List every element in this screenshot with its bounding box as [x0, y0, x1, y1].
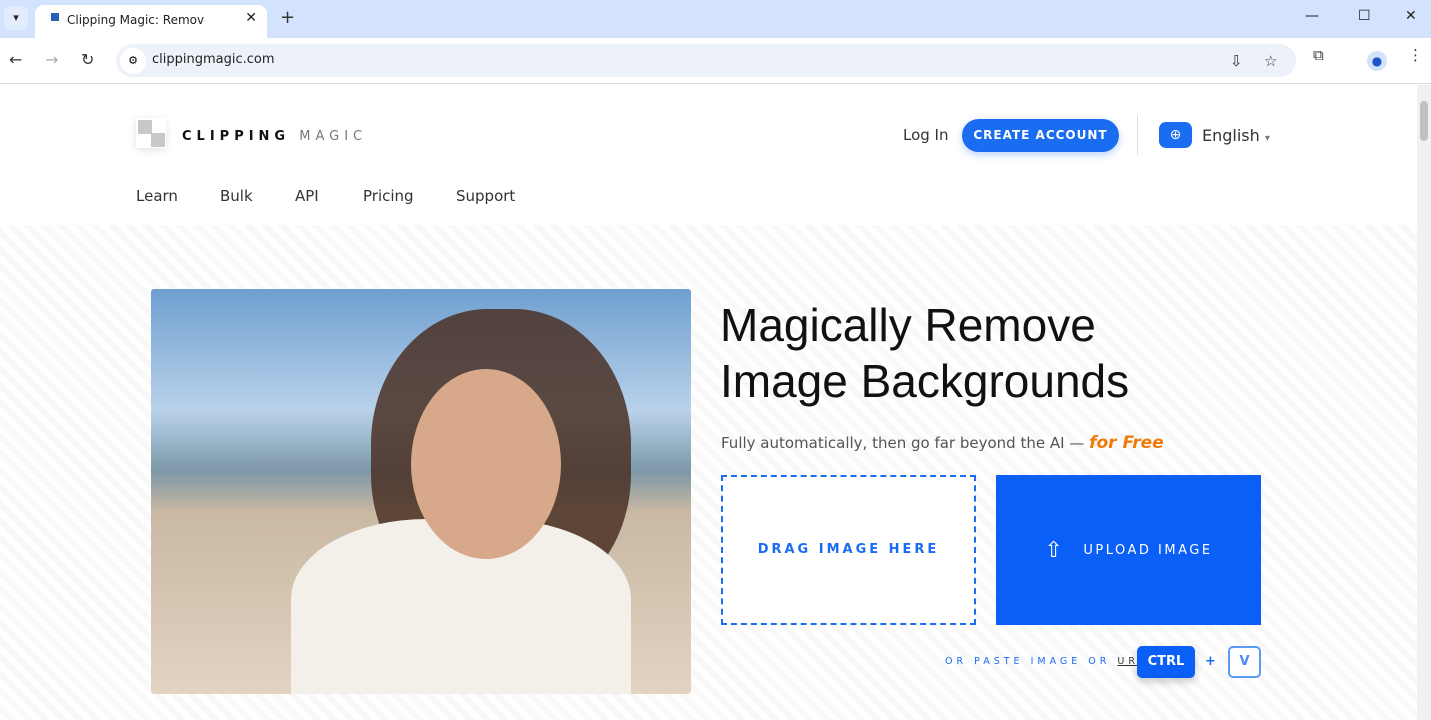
create-account-button[interactable]: CREATE ACCOUNT: [962, 119, 1119, 152]
plus-sign: +: [1205, 654, 1216, 669]
bookmark-star-icon[interactable]: ☆: [1264, 52, 1277, 70]
close-window-button[interactable]: ✕: [1405, 8, 1417, 24]
tab-strip: ▾ Clipping Magic: Remove Background ✕ + …: [0, 0, 1431, 38]
language-selector[interactable]: English ▾: [1202, 126, 1270, 145]
logo-icon[interactable]: [136, 118, 166, 148]
paste-text: OR PASTE IMAGE OR: [945, 656, 1111, 667]
title-line-2: Image Backgrounds: [720, 355, 1130, 407]
page: CLIPPING MAGIC Log In CREATE ACCOUNT ⊕ E…: [0, 85, 1417, 720]
new-tab-button[interactable]: +: [280, 7, 295, 28]
browser-toolbar: ← → ↻ ⚙ clippingmagic.com ⇩ ☆ ⧉ ● ⋮: [0, 38, 1431, 84]
globe-icon[interactable]: ⊕: [1159, 122, 1192, 148]
minimize-button[interactable]: —: [1305, 8, 1319, 24]
nav-learn[interactable]: Learn: [136, 187, 178, 205]
hero-subtitle: Fully automatically, then go far beyond …: [721, 433, 1164, 453]
drag-drop-zone[interactable]: DRAG IMAGE HERE: [721, 475, 976, 625]
install-icon[interactable]: ⇩: [1230, 52, 1243, 70]
hero-title: Magically Remove Image Backgrounds: [720, 297, 1129, 409]
nav-pricing[interactable]: Pricing: [363, 187, 414, 205]
brand-bold: CLIPPING: [182, 129, 291, 144]
hero-photo: [151, 289, 691, 694]
chevron-down-icon: ▾: [1264, 133, 1270, 144]
language-label: English: [1202, 126, 1260, 145]
upload-icon: ⇧: [1044, 537, 1066, 563]
maximize-button[interactable]: ☐: [1358, 8, 1371, 24]
brand-name[interactable]: CLIPPING MAGIC: [182, 129, 367, 144]
nav-api[interactable]: API: [295, 187, 319, 205]
nav-support[interactable]: Support: [456, 187, 515, 205]
address-bar[interactable]: ⚙ clippingmagic.com ⇩ ☆: [116, 44, 1296, 77]
close-tab-icon[interactable]: ✕: [245, 10, 257, 26]
reload-icon[interactable]: ↻: [81, 50, 94, 69]
browser-tab[interactable]: Clipping Magic: Remove Background ✕: [35, 5, 267, 38]
profile-icon[interactable]: ●: [1367, 51, 1387, 71]
subtitle-text: Fully automatically, then go far beyond …: [721, 434, 1085, 452]
scrollbar[interactable]: [1417, 85, 1431, 720]
site-settings-icon[interactable]: ⚙: [120, 48, 146, 74]
nav-bulk[interactable]: Bulk: [220, 187, 253, 205]
menu-icon[interactable]: ⋮: [1408, 46, 1423, 64]
url-text[interactable]: clippingmagic.com: [152, 52, 275, 67]
scrollbar-thumb[interactable]: [1420, 101, 1428, 141]
back-icon[interactable]: ←: [9, 50, 22, 69]
v-key: V: [1228, 646, 1261, 678]
favicon-icon: [43, 13, 59, 29]
forward-icon[interactable]: →: [45, 50, 58, 69]
upload-label: UPLOAD IMAGE: [1083, 542, 1213, 558]
tab-search-button[interactable]: ▾: [4, 6, 28, 30]
upload-image-button[interactable]: ⇧ UPLOAD IMAGE: [996, 475, 1261, 625]
login-link[interactable]: Log In: [903, 126, 949, 144]
extensions-icon[interactable]: ⧉: [1313, 46, 1324, 64]
divider: [1137, 115, 1138, 155]
brand-light: MAGIC: [299, 129, 368, 144]
ctrl-key: CTRL: [1137, 646, 1195, 678]
title-line-1: Magically Remove: [720, 299, 1096, 351]
paste-hint: OR PASTE IMAGE OR URL: [945, 656, 1148, 667]
for-free-text: for Free: [1089, 433, 1164, 453]
tab-title: Clipping Magic: Remove Background: [67, 13, 205, 27]
